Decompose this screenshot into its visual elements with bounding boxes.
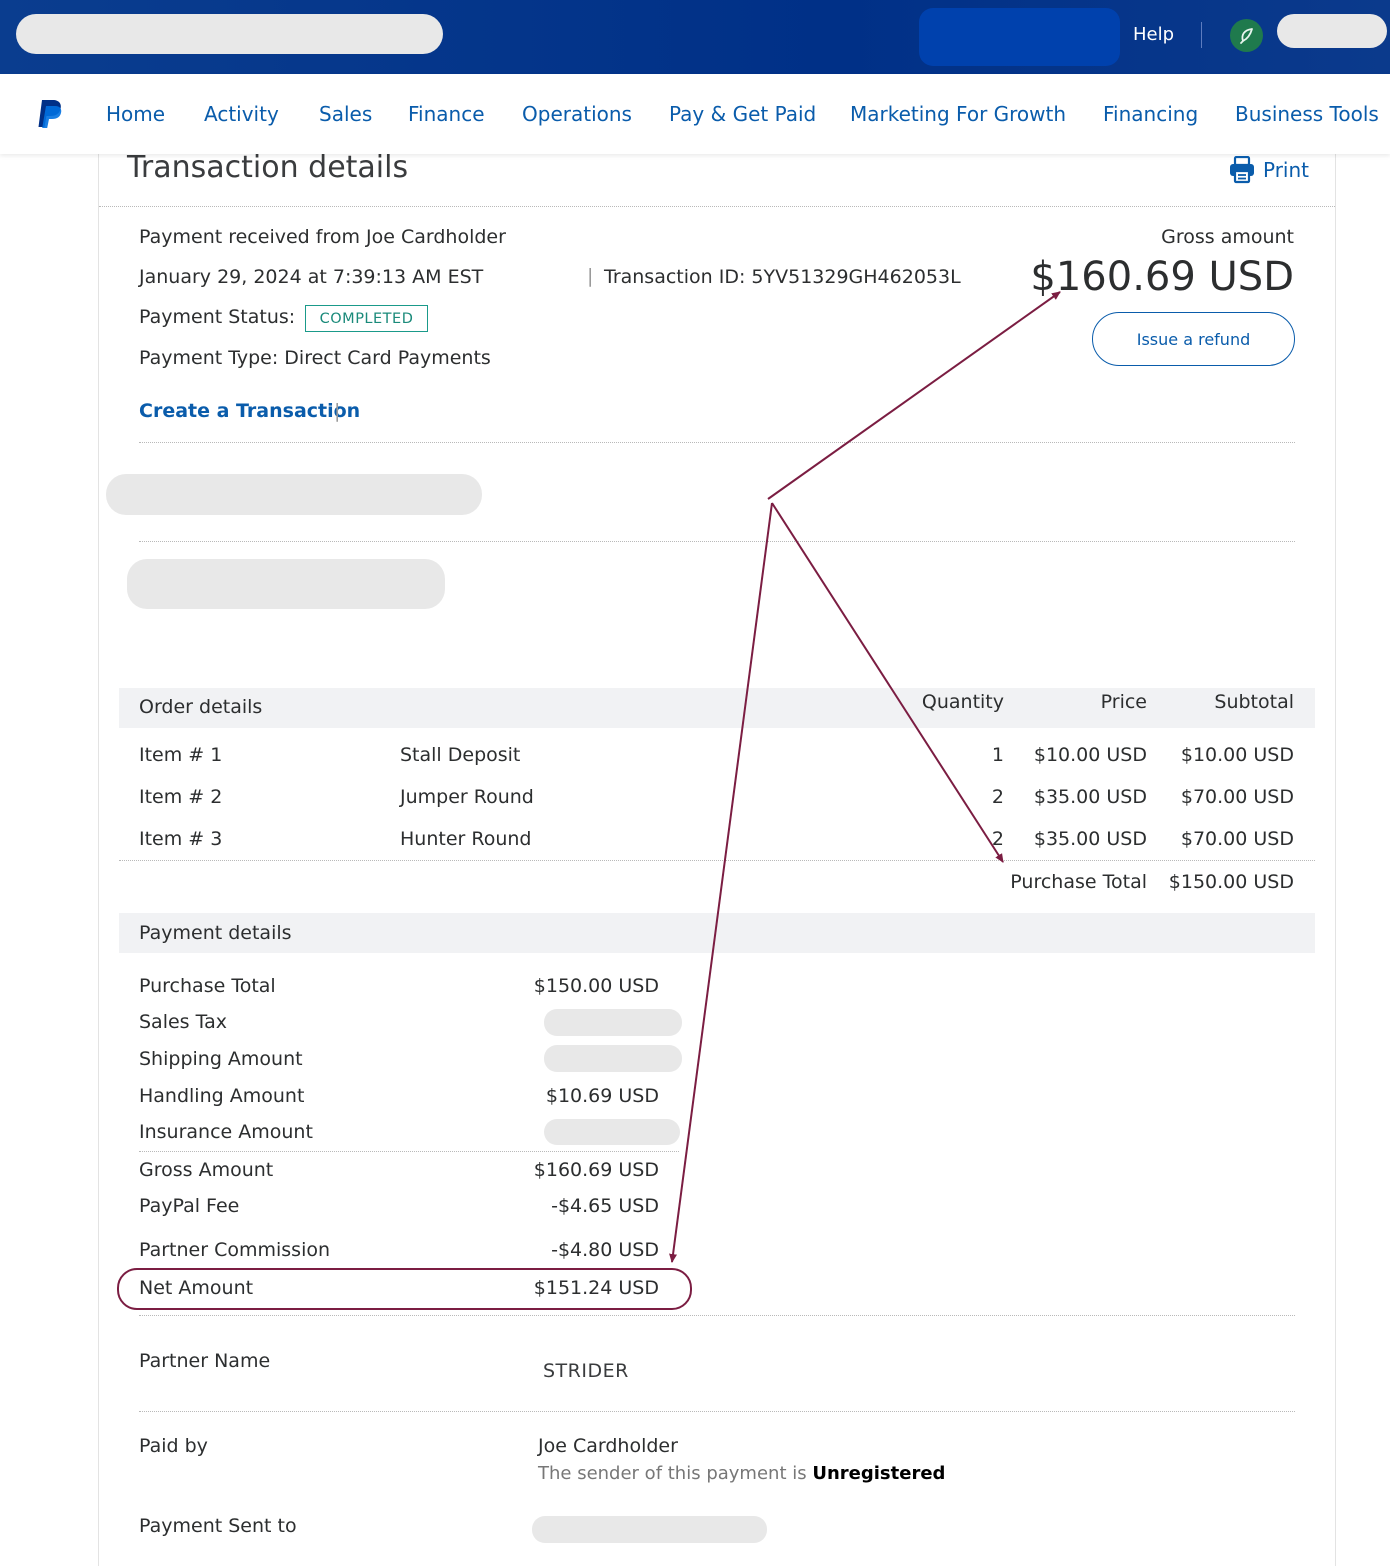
payment-row-value: $150.00 USD <box>533 975 659 997</box>
payment-details-header <box>119 913 1315 953</box>
item-qty: 2 <box>991 786 1004 808</box>
redacted-value <box>532 1516 767 1543</box>
section-divider <box>139 541 1295 542</box>
transaction-id: Transaction ID: 5YV51329GH462053L <box>604 266 961 288</box>
issue-refund-button[interactable]: Issue a refund <box>1092 312 1295 366</box>
col-quantity: Quantity <box>921 691 1004 713</box>
redacted-value <box>544 1045 682 1072</box>
gross-divider <box>139 1151 679 1152</box>
redacted-value <box>544 1009 682 1036</box>
create-transaction-link[interactable]: Create a Transaction <box>139 400 360 422</box>
payment-sent-to-label: Payment Sent to <box>139 1515 297 1537</box>
payment-row-value: $160.69 USD <box>533 1159 659 1181</box>
paid-by-label: Paid by <box>139 1435 208 1457</box>
item-qty: 2 <box>991 828 1004 850</box>
partner-name-label: Partner Name <box>139 1350 271 1372</box>
printer-icon <box>1230 156 1254 184</box>
gross-amount-value: $160.69 USD <box>1030 254 1294 300</box>
redacted-block <box>106 474 482 515</box>
item-number: Item # 1 <box>139 744 223 766</box>
redacted-value <box>544 1119 680 1145</box>
payment-row-label: Insurance Amount <box>139 1121 313 1143</box>
item-number: Item # 3 <box>139 828 223 850</box>
payment-row-label: Handling Amount <box>139 1085 305 1107</box>
partner-name-value: STRIDER <box>543 1360 629 1382</box>
sender-status-note: The sender of this payment is <box>538 1463 807 1484</box>
item-subtotal: $70.00 USD <box>1180 786 1294 808</box>
order-details-heading: Order details <box>139 696 263 718</box>
payment-row-label: Sales Tax <box>139 1011 227 1033</box>
item-name: Stall Deposit <box>400 744 521 766</box>
item-price: $35.00 USD <box>1033 828 1147 850</box>
payment-details-heading: Payment details <box>139 922 292 944</box>
nav-marketing[interactable]: Marketing For Growth <box>850 102 1066 126</box>
payment-divider <box>139 1315 1295 1316</box>
partner-divider <box>139 1411 1295 1412</box>
nav-finance[interactable]: Finance <box>408 102 485 126</box>
payment-row-value: $10.69 USD <box>545 1085 659 1107</box>
sender-status-line: The sender of this payment is Unregister… <box>538 1463 945 1484</box>
item-name: Hunter Round <box>400 828 532 850</box>
page-title: Transaction details <box>127 150 409 185</box>
top-header: Help <box>0 0 1390 74</box>
payment-row-label: Gross Amount <box>139 1159 274 1181</box>
header-action-button[interactable] <box>919 8 1120 66</box>
redacted-block <box>127 559 445 609</box>
header-divider <box>1201 22 1202 48</box>
print-label: Print <box>1263 158 1310 182</box>
title-divider <box>99 206 1335 207</box>
net-amount-label: Net Amount <box>139 1277 254 1299</box>
gross-amount-label: Gross amount <box>1161 226 1294 248</box>
print-button[interactable]: Print <box>1229 156 1309 184</box>
purchase-total-label: Purchase Total <box>1010 871 1147 893</box>
item-price: $10.00 USD <box>1033 744 1147 766</box>
item-qty: 1 <box>991 744 1004 766</box>
transaction-date: January 29, 2024 at 7:39:13 AM EST <box>139 266 484 288</box>
status-badge: COMPLETED <box>305 305 428 332</box>
item-number: Item # 2 <box>139 786 223 808</box>
leaf-avatar-icon[interactable] <box>1230 19 1263 52</box>
item-subtotal: $70.00 USD <box>1180 828 1294 850</box>
item-price: $35.00 USD <box>1033 786 1147 808</box>
sender-status-value: Unregistered <box>812 1463 946 1484</box>
nav-activity[interactable]: Activity <box>204 102 279 126</box>
payment-row-value: -$4.65 USD <box>551 1195 659 1217</box>
payment-row-value: -$4.80 USD <box>551 1239 659 1261</box>
search-bar-redacted[interactable] <box>16 14 443 54</box>
status-label: Payment Status: <box>139 306 296 328</box>
payment-row-label: Partner Commission <box>139 1239 331 1261</box>
purchase-total-value: $150.00 USD <box>1168 871 1294 893</box>
col-subtotal: Subtotal <box>1214 691 1294 713</box>
nav-sales[interactable]: Sales <box>319 102 372 126</box>
user-menu-redacted[interactable] <box>1277 14 1387 48</box>
payer-name: Joe Cardholder <box>538 1435 678 1457</box>
paypal-logo-icon[interactable] <box>36 98 64 132</box>
main-nav: Home Activity Sales Finance Operations P… <box>0 74 1390 154</box>
order-total-divider <box>119 860 1315 861</box>
payment-row-label: PayPal Fee <box>139 1195 240 1217</box>
net-amount-value: $151.24 USD <box>533 1277 659 1299</box>
col-price: Price <box>1100 691 1147 713</box>
nav-pay-get-paid[interactable]: Pay & Get Paid <box>669 102 816 126</box>
payment-row-label: Shipping Amount <box>139 1048 303 1070</box>
payment-type: Payment Type: Direct Card Payments <box>139 347 491 369</box>
nav-financing[interactable]: Financing <box>1103 102 1198 126</box>
nav-operations[interactable]: Operations <box>522 102 632 126</box>
id-separator: | <box>587 265 594 287</box>
received-from: Payment received from Joe Cardholder <box>139 226 506 248</box>
nav-home[interactable]: Home <box>106 102 165 126</box>
payment-row-label: Purchase Total <box>139 975 276 997</box>
link-separator: | <box>334 400 341 422</box>
help-link[interactable]: Help <box>1133 24 1174 45</box>
item-subtotal: $10.00 USD <box>1180 744 1294 766</box>
nav-business-tools[interactable]: Business Tools <box>1235 102 1379 126</box>
summary-divider <box>139 442 1295 443</box>
item-name: Jumper Round <box>400 786 534 808</box>
